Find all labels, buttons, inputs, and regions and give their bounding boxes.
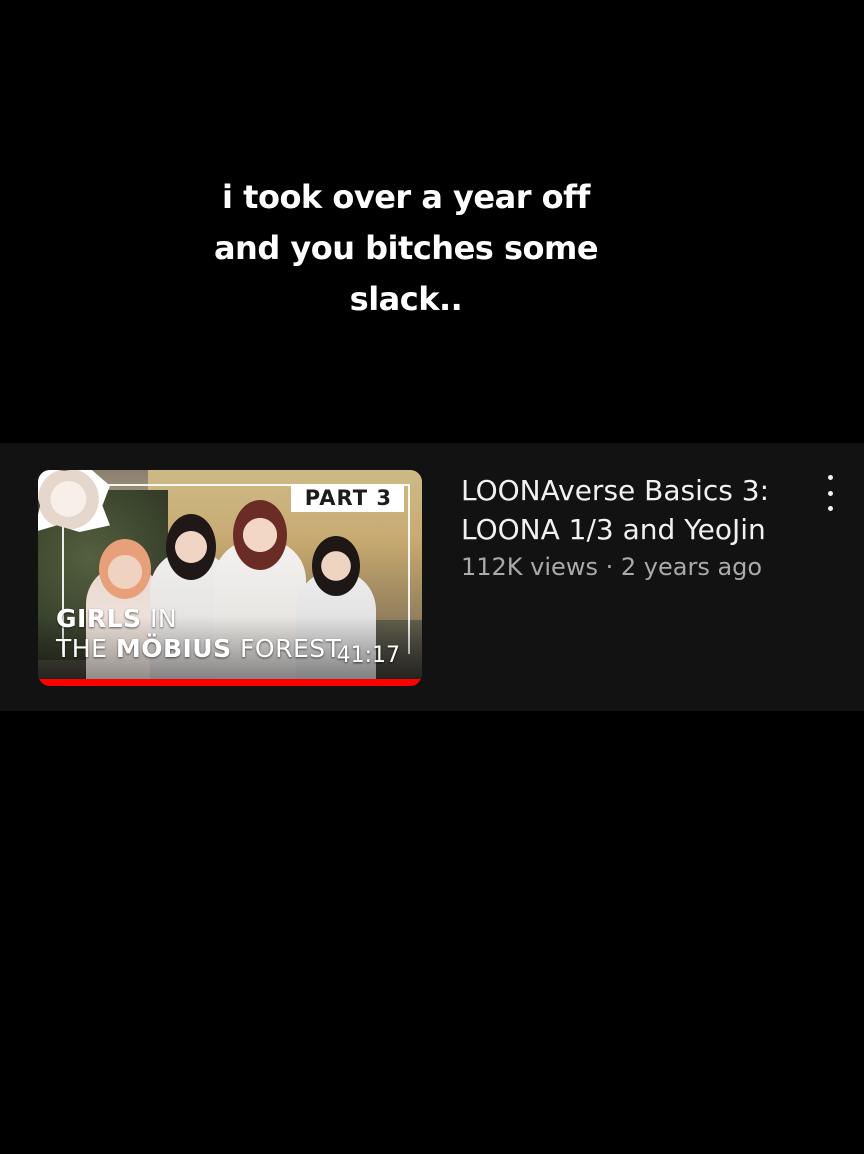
video-meta: LOONAverse Basics 3: LOONA 1/3 and YeoJi… — [461, 471, 781, 584]
thumbnail-title-rest-2: FOREST — [231, 634, 342, 663]
thumbnail-title-bold-2: MÖBIUS — [115, 634, 232, 663]
more-dot — [827, 506, 833, 511]
more-dot — [827, 475, 833, 480]
more-vertical-icon[interactable] — [820, 475, 840, 511]
watch-progress-fill — [38, 679, 422, 686]
thumbnail-part-label: PART 3 — [290, 484, 404, 512]
video-title[interactable]: LOONAverse Basics 3: LOONA 1/3 and YeoJi… — [461, 471, 781, 549]
upload-age: 2 years ago — [620, 553, 763, 581]
caption-line-3: slack.. — [349, 280, 463, 318]
video-duration: 41:17 — [336, 643, 400, 668]
view-count: 112K views — [461, 553, 598, 581]
video-stats: 112K views · 2 years ago — [461, 550, 781, 584]
meta-separator: · — [605, 553, 614, 581]
video-list-item[interactable]: PART 3 GIRLS IN THE MÖBIUS FOREST 41:17 … — [0, 443, 864, 711]
thumbnail-corner-sticker — [38, 470, 110, 532]
thumbnail-title-plain-2: THE — [56, 634, 116, 663]
caption-line-2: and you bitches some — [213, 229, 599, 267]
video-thumbnail[interactable]: PART 3 GIRLS IN THE MÖBIUS FOREST 41:17 — [38, 470, 422, 686]
watch-progress-bar — [38, 679, 422, 686]
more-dot — [827, 490, 833, 496]
thumbnail-title-overlay: GIRLS IN THE MÖBIUS FOREST — [56, 604, 341, 664]
thumbnail-title-bold-1: GIRLS — [56, 604, 142, 633]
overlay-caption: i took over a year off and you bitches s… — [0, 172, 812, 325]
caption-line-1: i took over a year off — [222, 178, 590, 216]
thumbnail-title-rest-1: IN — [141, 604, 178, 633]
